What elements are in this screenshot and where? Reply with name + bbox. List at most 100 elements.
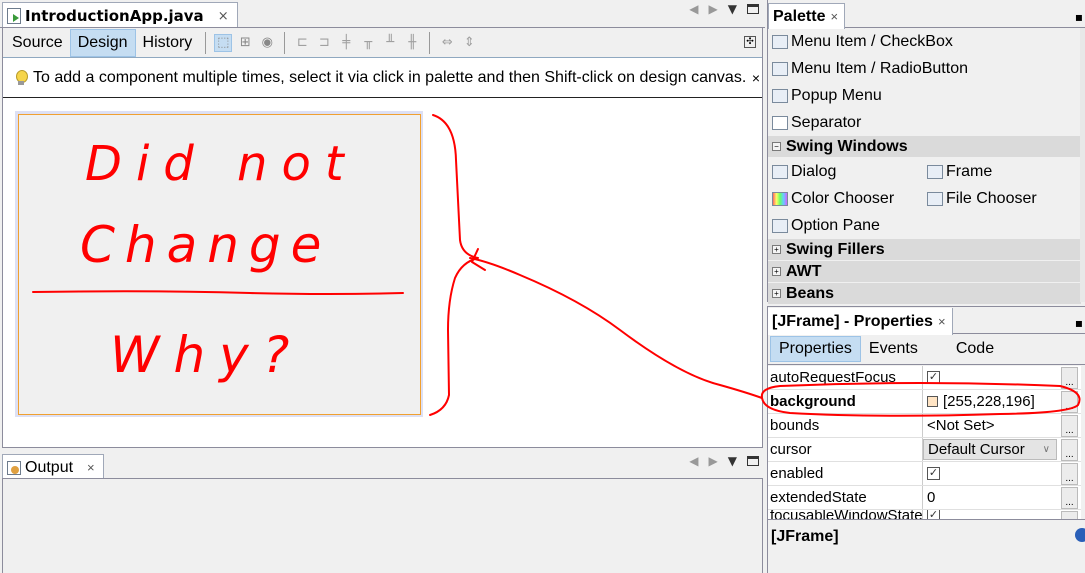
palette-item-frame[interactable]: Frame — [923, 158, 1078, 185]
grid-toggle-icon[interactable]: ✣ — [744, 36, 756, 48]
property-description-panel: [JFrame] — [767, 519, 1085, 573]
editor-tab-title: IntroductionApp.java — [25, 7, 204, 25]
expand-icon[interactable]: + — [772, 267, 781, 276]
align-left-icon[interactable]: ⊏ — [293, 34, 311, 52]
ellipsis-button[interactable]: ... — [1061, 415, 1078, 437]
center-horizontal-icon[interactable]: ╪ — [337, 34, 355, 52]
palette-item-option-pane[interactable]: Option Pane — [768, 212, 923, 239]
editor-tab[interactable]: IntroductionApp.java × — [2, 2, 238, 29]
scroll-right-icon[interactable]: ▶ — [709, 454, 718, 468]
property-value[interactable]: ✓ — [923, 462, 1059, 485]
palette-item-popup-menu[interactable]: Popup Menu — [768, 82, 1081, 109]
history-view-button[interactable]: History — [136, 29, 200, 57]
align-right-icon[interactable]: ⊐ — [315, 34, 333, 52]
scroll-left-icon[interactable]: ◀ — [689, 454, 698, 468]
close-icon[interactable]: × — [830, 9, 838, 24]
hint-text: To add a component multiple times, selec… — [33, 68, 747, 86]
property-value-text: [255,228,196] — [943, 393, 1035, 410]
palette-category-swing-fillers[interactable]: + Swing Fillers — [768, 239, 1081, 261]
checkbox-checked-icon[interactable]: ✓ — [927, 371, 940, 384]
panel-menu-icon[interactable]: ▪ — [1075, 316, 1083, 330]
output-tabstrip: Output × ◀ ▶ ▼ — [0, 452, 765, 480]
dropdown-icon[interactable]: ▼ — [728, 454, 737, 468]
ellipsis-button[interactable]: ... — [1061, 367, 1078, 389]
property-value[interactable]: ✓ — [923, 366, 1059, 389]
property-row-extendedstate: extendedState 0 ... — [768, 486, 1081, 510]
scroll-left-icon[interactable]: ◀ — [689, 2, 698, 16]
checkbox-checked-icon[interactable]: ✓ — [927, 467, 940, 480]
chevron-down-icon[interactable]: ∨ — [1043, 444, 1050, 455]
resize-vertical-icon[interactable]: ⇕ — [460, 34, 478, 52]
maximize-icon[interactable] — [747, 456, 759, 466]
align-bottom-icon[interactable]: ╨ — [381, 34, 399, 52]
palette-item-label: Option Pane — [791, 216, 880, 234]
close-icon[interactable]: × — [87, 460, 95, 475]
editor-tabstrip: IntroductionApp.java × ◀ ▶ ▼ — [0, 0, 765, 29]
palette-item-label: Dialog — [791, 162, 837, 180]
panel-menu-icon[interactable]: ▪ — [1075, 10, 1083, 24]
hint-close-icon[interactable]: × — [752, 70, 760, 86]
category-label: Beans — [786, 284, 835, 302]
java-file-icon — [7, 8, 21, 24]
collapse-icon[interactable]: − — [772, 142, 781, 151]
ellipsis-button[interactable]: ... — [1061, 439, 1078, 461]
design-canvas[interactable] — [3, 99, 762, 447]
subtab-code[interactable]: Code — [948, 336, 1002, 362]
expand-icon[interactable]: + — [772, 289, 781, 298]
close-icon[interactable]: × — [218, 9, 229, 24]
category-label: Swing Windows — [786, 137, 908, 155]
editor-panel: IntroductionApp.java × ◀ ▶ ▼ Source Desi… — [0, 0, 765, 448]
editor-body: Source Design History ⬚ ⊞ ◉ ⊏ ⊐ ╪ ╥ ╨ ╫ … — [2, 27, 763, 448]
category-label: AWT — [786, 262, 822, 280]
palette-item-menu-checkbox[interactable]: Menu Item / CheckBox — [768, 28, 1081, 55]
subtab-events[interactable]: Events — [861, 336, 926, 362]
palette-item-label: Separator — [791, 113, 862, 131]
property-value[interactable]: 0 — [923, 486, 1059, 509]
selection-mode-icon[interactable]: ⬚ — [214, 33, 233, 52]
maximize-icon[interactable] — [747, 4, 759, 14]
close-icon[interactable]: × — [938, 314, 946, 329]
palette-item-color-chooser[interactable]: Color Chooser — [768, 185, 923, 212]
resize-horizontal-icon[interactable]: ⇔ — [438, 34, 456, 52]
palette-item-dialog[interactable]: Dialog — [768, 158, 923, 185]
palette-category-swing-windows[interactable]: − Swing Windows — [768, 136, 1081, 158]
align-top-icon[interactable]: ╥ — [359, 34, 377, 52]
frame-icon — [927, 164, 943, 179]
property-value[interactable]: [255,228,196] — [923, 390, 1059, 413]
description-title: [JFrame] — [771, 528, 839, 545]
separator-icon — [772, 115, 788, 130]
palette-category-beans[interactable]: + Beans — [768, 283, 1081, 305]
dropdown-icon[interactable]: ▼ — [728, 2, 737, 16]
palette-tabstrip: Palette × ▪ — [768, 0, 1085, 29]
palette-category-awt[interactable]: + AWT — [768, 261, 1081, 283]
properties-tab[interactable]: [JFrame] - Properties × — [768, 308, 953, 335]
palette-item-label: Menu Item / CheckBox — [791, 32, 953, 50]
popup-menu-icon — [772, 88, 788, 103]
palette-item-label: Menu Item / RadioButton — [791, 59, 968, 77]
ellipsis-button[interactable]: ... — [1061, 463, 1078, 485]
subtab-properties[interactable]: Properties — [770, 336, 861, 362]
palette-item-separator[interactable]: Separator — [768, 109, 1081, 136]
menu-checkbox-icon — [772, 34, 788, 49]
preview-design-icon[interactable]: ◉ — [258, 34, 276, 52]
expand-icon[interactable]: + — [772, 245, 781, 254]
cursor-dropdown[interactable]: Default Cursor ∨ — [923, 439, 1057, 460]
palette-tab[interactable]: Palette × — [768, 3, 846, 29]
ellipsis-button[interactable]: ... — [1061, 391, 1078, 413]
design-view-button[interactable]: Design — [69, 28, 136, 57]
jframe-preview[interactable] — [18, 114, 421, 415]
property-value[interactable]: <Not Set> — [923, 414, 1059, 437]
connection-mode-icon[interactable]: ⊞ — [236, 34, 254, 52]
center-vertical-icon[interactable]: ╫ — [403, 34, 421, 52]
output-panel: Output × ◀ ▶ ▼ — [0, 452, 765, 573]
scroll-right-icon[interactable]: ▶ — [709, 2, 718, 16]
output-tab[interactable]: Output × — [2, 454, 104, 480]
palette-item-file-chooser[interactable]: File Chooser — [923, 185, 1078, 212]
option-pane-icon — [772, 218, 788, 233]
palette-item-menu-radio[interactable]: Menu Item / RadioButton — [768, 55, 1081, 82]
source-view-button[interactable]: Source — [5, 29, 70, 57]
output-tab-title: Output — [25, 458, 74, 476]
help-icon[interactable] — [1075, 528, 1085, 542]
ellipsis-button[interactable]: ... — [1061, 487, 1078, 509]
palette-scrollbar[interactable] — [1080, 28, 1085, 302]
